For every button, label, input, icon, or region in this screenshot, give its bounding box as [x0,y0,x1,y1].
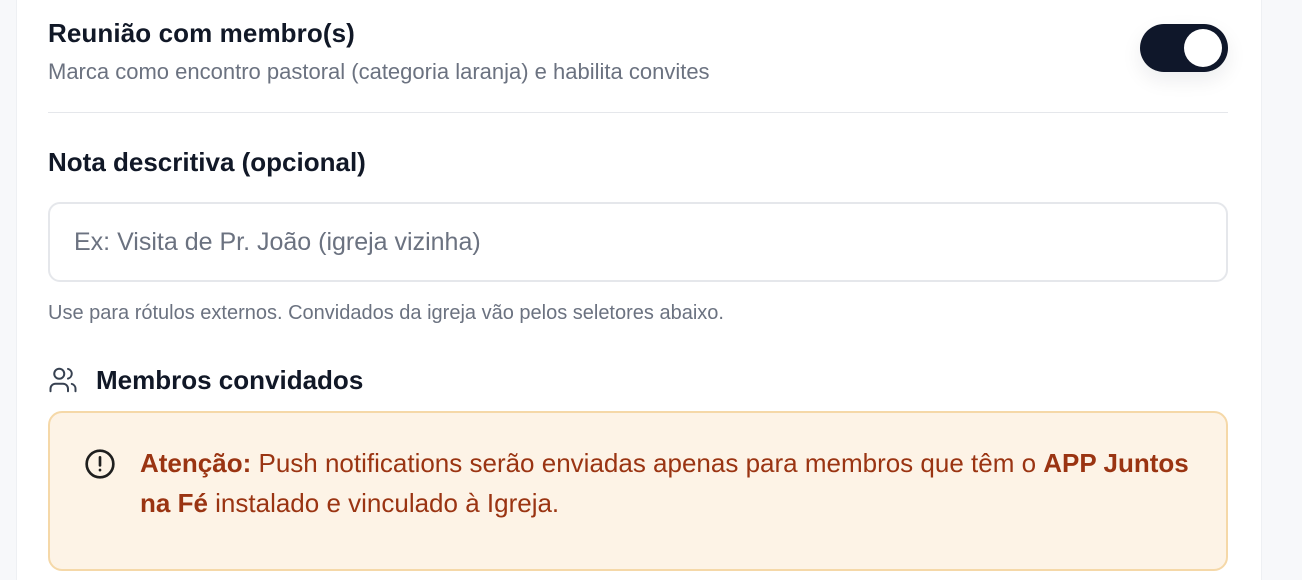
members-heading: Membros convidados [48,362,363,398]
toggle-knob [1184,29,1222,67]
note-field-label: Nota descritiva (opcional) [48,147,366,177]
alert-text-part-2: instalado e vinculado à Igreja. [207,488,560,518]
push-notification-alert: Atenção: Push notifications serão enviad… [48,411,1228,571]
alert-text-part-1: Push notifications serão enviadas apenas… [251,448,1044,478]
users-icon [49,367,77,393]
note-helper-text: Use para rótulos externos. Convidados da… [48,302,724,324]
meeting-toggle-title: Reunião com membro(s) [48,18,355,48]
members-title: Membros convidados [96,364,364,395]
meeting-toggle-description: Marca como encontro pastoral (categoria … [48,59,710,84]
note-input[interactable] [48,202,1228,282]
alert-circle-icon [85,449,115,479]
divider [48,112,1228,113]
alert-prefix: Atenção: [140,448,252,478]
alert-message: Atenção: Push notifications serão enviad… [140,443,1200,523]
meeting-toggle-switch[interactable] [1140,24,1228,72]
